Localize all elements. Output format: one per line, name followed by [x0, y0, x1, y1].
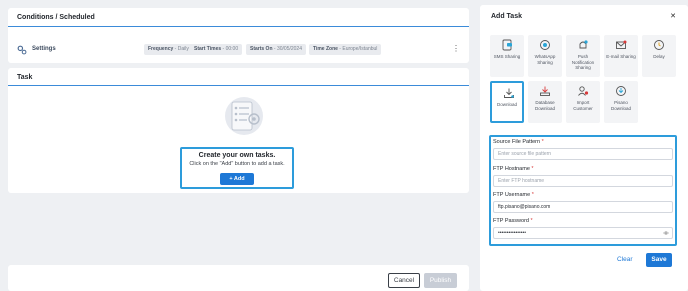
- add-task-button[interactable]: + Add: [220, 173, 254, 185]
- frequency-pill: Frequency - Daily: [144, 44, 193, 55]
- divider: [8, 85, 469, 86]
- ftp-password-label: FTP Password *: [493, 218, 533, 224]
- settings-row[interactable]: Settings Frequency - Daily Start Times -…: [17, 42, 460, 62]
- download-form: Source File Pattern * Enter source file …: [489, 135, 677, 246]
- settings-gear-icon: [17, 45, 27, 55]
- pisano-download-icon: [616, 86, 626, 96]
- tile-label: Database Download: [534, 100, 555, 111]
- tile-sms-sharing[interactable]: SMS Sharing: [490, 35, 524, 77]
- whatsapp-icon: [540, 40, 550, 50]
- add-task-title: Add Task: [491, 13, 522, 20]
- push-notification-icon: [579, 40, 588, 49]
- tile-label: Download: [496, 102, 517, 107]
- tile-import-customer[interactable]: Import Customer: [566, 81, 600, 123]
- tile-label: Import Customer: [573, 100, 593, 111]
- conditions-title: Conditions / Scheduled: [17, 14, 95, 21]
- task-panel: Task Create your own tasks. Click on the…: [8, 68, 469, 193]
- conditions-panel: Conditions / Scheduled Settings Frequenc…: [8, 8, 469, 63]
- tile-pisano-download[interactable]: Pisano Download: [604, 81, 638, 123]
- database-download-icon: [540, 86, 550, 96]
- task-title: Task: [17, 74, 33, 81]
- footer-bar: Cancel Publish: [8, 265, 469, 291]
- empty-state-title: Create your own tasks.: [198, 152, 276, 159]
- password-value: ••••••••••••••••: [498, 230, 527, 236]
- tile-label: E-mail Sharing: [606, 54, 636, 59]
- time-zone-pill: Time Zone - Europe/Istanbul: [309, 44, 382, 55]
- tile-label: Push Notification Sharing: [571, 54, 595, 70]
- ftp-password-input[interactable]: ••••••••••••••••: [493, 227, 673, 239]
- ftp-hostname-label: FTP Hostname *: [493, 166, 534, 172]
- divider: [8, 26, 469, 27]
- clear-button[interactable]: Clear: [617, 256, 633, 263]
- tile-email-sharing[interactable]: E-mail Sharing: [604, 35, 638, 77]
- more-options-icon[interactable]: ⋮: [452, 45, 460, 53]
- add-task-panel: Add Task ✕ SMS Sharing WhatsApp Sharing …: [480, 5, 688, 291]
- empty-tasks-illustration-icon: [225, 97, 263, 135]
- tile-delay[interactable]: Delay: [642, 35, 676, 77]
- show-password-eye-icon[interactable]: [663, 230, 669, 236]
- tile-label: Pisano Download: [610, 100, 631, 111]
- tile-database-download[interactable]: Database Download: [528, 81, 562, 123]
- save-button[interactable]: Save: [646, 253, 672, 267]
- tile-download[interactable]: Download: [490, 81, 524, 123]
- start-times-pill: Start Times - 00:00: [190, 44, 243, 55]
- ftp-hostname-input[interactable]: Enter FTP hostname: [493, 175, 673, 187]
- source-file-pattern-label: Source File Pattern *: [493, 139, 544, 145]
- sms-icon: [502, 39, 512, 51]
- email-icon: [616, 40, 627, 49]
- empty-state-box: Create your own tasks. Click on the "Add…: [180, 147, 294, 189]
- clock-icon: [654, 40, 664, 50]
- import-customer-icon: [578, 86, 589, 96]
- settings-label: Settings: [32, 46, 56, 52]
- tile-label: Delay: [653, 54, 665, 59]
- starts-on-pill: Starts On - 30/05/2024: [246, 44, 306, 55]
- tile-whatsapp-sharing[interactable]: WhatsApp Sharing: [528, 35, 562, 77]
- tile-label: SMS Sharing: [493, 54, 521, 59]
- tile-label: WhatsApp Sharing: [534, 54, 556, 65]
- empty-state-subtitle: Click on the "Add" button to add a task.: [189, 161, 285, 167]
- source-file-pattern-input[interactable]: Enter source file pattern: [493, 148, 673, 160]
- download-icon: [504, 88, 514, 98]
- tile-push-notification-sharing[interactable]: Push Notification Sharing: [566, 35, 600, 77]
- close-icon[interactable]: ✕: [670, 12, 676, 20]
- publish-button[interactable]: Publish: [424, 273, 457, 288]
- ftp-username-label: FTP Username *: [493, 192, 534, 198]
- ftp-username-input[interactable]: ftp.pisano@pisano.com: [493, 201, 673, 213]
- cancel-button[interactable]: Cancel: [388, 273, 420, 288]
